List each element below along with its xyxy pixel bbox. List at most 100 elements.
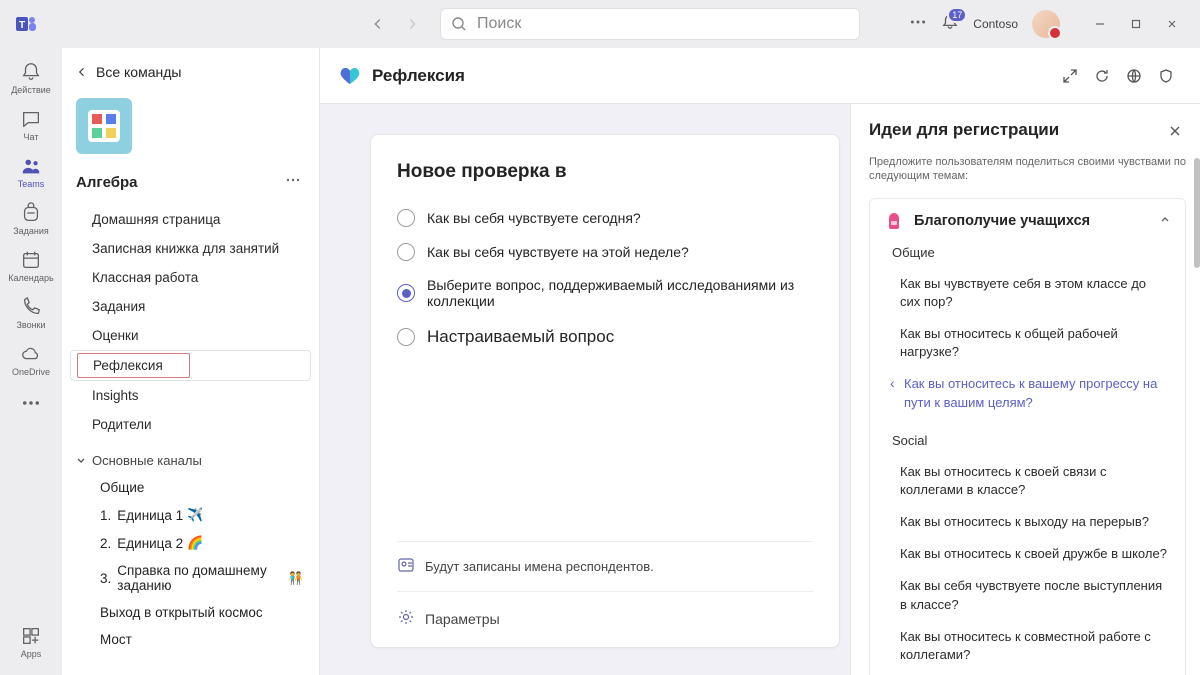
rail-calendar[interactable]: Календарь <box>3 242 59 287</box>
radio-icon <box>397 209 415 227</box>
expand-button[interactable] <box>1054 60 1086 92</box>
rail-teams[interactable]: Teams <box>3 148 59 193</box>
team-sidebar: Все команды Алгебра Домашняя страница За… <box>62 48 320 675</box>
window-close-button[interactable] <box>1156 8 1188 40</box>
option-today[interactable]: Как вы себя чувствуете сегодня? <box>397 201 813 235</box>
back-all-teams[interactable]: Все команды <box>70 60 311 84</box>
ideas-subtitle: Предложите пользователям поделиться свои… <box>869 155 1186 184</box>
option-week[interactable]: Как вы себя чувствуете на этой неделе? <box>397 235 813 269</box>
window-maximize-button[interactable] <box>1120 8 1152 40</box>
id-badge-icon <box>397 556 415 577</box>
teams-logo-icon: T <box>12 10 40 38</box>
nav-back-button[interactable] <box>362 8 394 40</box>
main-content: Рефлексия Новое проверка в Как вы себя ч… <box>320 48 1200 675</box>
reload-button[interactable] <box>1086 60 1118 92</box>
channel-unit-2[interactable]: 2.Единица 2🌈 <box>70 529 311 557</box>
org-label[interactable]: Contoso <box>973 17 1018 31</box>
question-item[interactable]: Как вы чувствуете себя в этом классе до … <box>884 268 1171 318</box>
rail-onedrive[interactable]: OneDrive <box>3 336 59 381</box>
question-item[interactable]: Как вы относитесь к своей связи с коллег… <box>884 456 1171 506</box>
tab-title: Рефлексия <box>372 66 465 86</box>
scrollbar-thumb[interactable] <box>1194 158 1200 268</box>
radio-icon <box>397 328 415 346</box>
people-icon <box>19 154 43 178</box>
notification-badge: 17 <box>947 7 967 23</box>
question-item[interactable]: Как вы относитесь к совместной работе с … <box>884 621 1171 671</box>
category-student-wellbeing: Благополучие учащихся Общие Как вы чувст… <box>869 198 1186 675</box>
cloud-icon <box>19 342 43 366</box>
sidebar-item-insights[interactable]: Insights <box>70 381 311 410</box>
radio-selected-icon <box>397 284 415 302</box>
ideas-title: Идеи для регистрации <box>869 120 1059 140</box>
apps-icon <box>19 624 43 648</box>
sidebar-item-reflect[interactable]: Рефлексия <box>70 350 311 381</box>
more-options-button[interactable] <box>909 13 927 36</box>
rail-calls[interactable]: Звонки <box>3 289 59 334</box>
sidebar-item-assignments[interactable]: Задания <box>70 292 311 321</box>
channel-spacewalk[interactable]: Выход в открытый космос <box>70 599 311 626</box>
close-button[interactable] <box>1164 120 1186 147</box>
calendar-icon <box>19 248 43 272</box>
question-item-selected[interactable]: Как вы относитесь к вашему прогрессу на … <box>884 368 1171 418</box>
radio-icon <box>397 243 415 261</box>
globe-button[interactable] <box>1118 60 1150 92</box>
checkin-card: Новое проверка в Как вы себя чувствуете … <box>370 134 840 648</box>
team-title: Алгебра <box>76 174 138 191</box>
rainbow-icon: 🌈 <box>187 535 203 551</box>
notifications-button[interactable]: 17 <box>941 13 959 36</box>
question-item[interactable]: Как вы относитесь к своей дружбе в школе… <box>884 538 1171 570</box>
search-icon <box>451 16 467 32</box>
rail-more[interactable] <box>3 385 59 419</box>
bell-icon <box>19 60 43 84</box>
reflect-heart-icon <box>338 64 362 88</box>
sidebar-item-classwork[interactable]: Классная работа <box>70 263 311 292</box>
rail-assignments[interactable]: Задания <box>3 195 59 240</box>
svg-text:T: T <box>19 20 25 31</box>
search-placeholder: Поиск <box>477 15 521 33</box>
chevron-left-icon <box>76 66 88 78</box>
question-item[interactable]: Как вы себя чувствуете после выступления… <box>884 570 1171 620</box>
channel-homework-help[interactable]: 3.Справка по домашнему заданию🧑‍🤝‍🧑 <box>70 557 311 599</box>
channels-header[interactable]: Основные каналы <box>70 439 311 474</box>
option-collection[interactable]: Выберите вопрос, поддерживаемый исследов… <box>397 269 813 317</box>
rail-activity[interactable]: Действие <box>3 54 59 99</box>
question-item[interactable]: Как вы относитесь к общей рабочей нагруз… <box>884 318 1171 368</box>
ideas-panel: Идеи для регистрации Предложите пользова… <box>850 104 1200 675</box>
chevron-up-icon <box>1159 212 1171 230</box>
sidebar-item-grades[interactable]: Оценки <box>70 321 311 350</box>
rail-chat[interactable]: Чат <box>3 101 59 146</box>
search-input[interactable]: Поиск <box>440 8 860 40</box>
sidebar-item-parents[interactable]: Родители <box>70 410 311 439</box>
tab-header: Рефлексия <box>320 48 1200 104</box>
nav-forward-button[interactable] <box>396 8 428 40</box>
title-bar: T Поиск 17 Contoso <box>0 0 1200 48</box>
option-custom[interactable]: Настраиваемый вопрос <box>397 317 813 361</box>
ellipsis-icon <box>19 391 43 415</box>
people-emoji-icon: 🧑‍🤝‍🧑 <box>288 571 303 585</box>
question-item[interactable]: Как вы относитесь к выходу на перерыв? <box>884 506 1171 538</box>
chat-icon <box>19 107 43 131</box>
backpack-pink-icon <box>884 211 904 231</box>
backpack-icon <box>19 201 43 225</box>
checkin-title: Новое проверка в <box>397 161 813 183</box>
category-header[interactable]: Благополучие учащихся <box>884 211 1171 231</box>
app-rail: Действие Чат Teams Задания Календарь Зво… <box>0 48 62 675</box>
sidebar-item-notebook[interactable]: Записная книжка для занятий <box>70 234 311 263</box>
gear-icon <box>397 608 415 629</box>
channel-general[interactable]: Общие <box>70 474 311 501</box>
shield-button[interactable] <box>1150 60 1182 92</box>
chevron-down-icon <box>76 456 86 466</box>
sidebar-item-home[interactable]: Домашняя страница <box>70 205 311 234</box>
settings-row[interactable]: Параметры <box>397 591 813 647</box>
team-avatar[interactable] <box>76 98 132 154</box>
group-general: Общие <box>892 245 1171 260</box>
window-minimize-button[interactable] <box>1084 8 1116 40</box>
channel-unit-1[interactable]: 1.Единица 1✈️ <box>70 501 311 529</box>
team-more-button[interactable] <box>281 168 305 197</box>
channel-bridge[interactable]: Мост <box>70 626 311 653</box>
rail-apps[interactable]: Apps <box>3 618 59 663</box>
avatar[interactable] <box>1032 10 1060 38</box>
phone-icon <box>19 295 43 319</box>
airplane-icon: ✈️ <box>187 507 203 523</box>
respondent-note: Будут записаны имена респондентов. <box>397 541 813 591</box>
